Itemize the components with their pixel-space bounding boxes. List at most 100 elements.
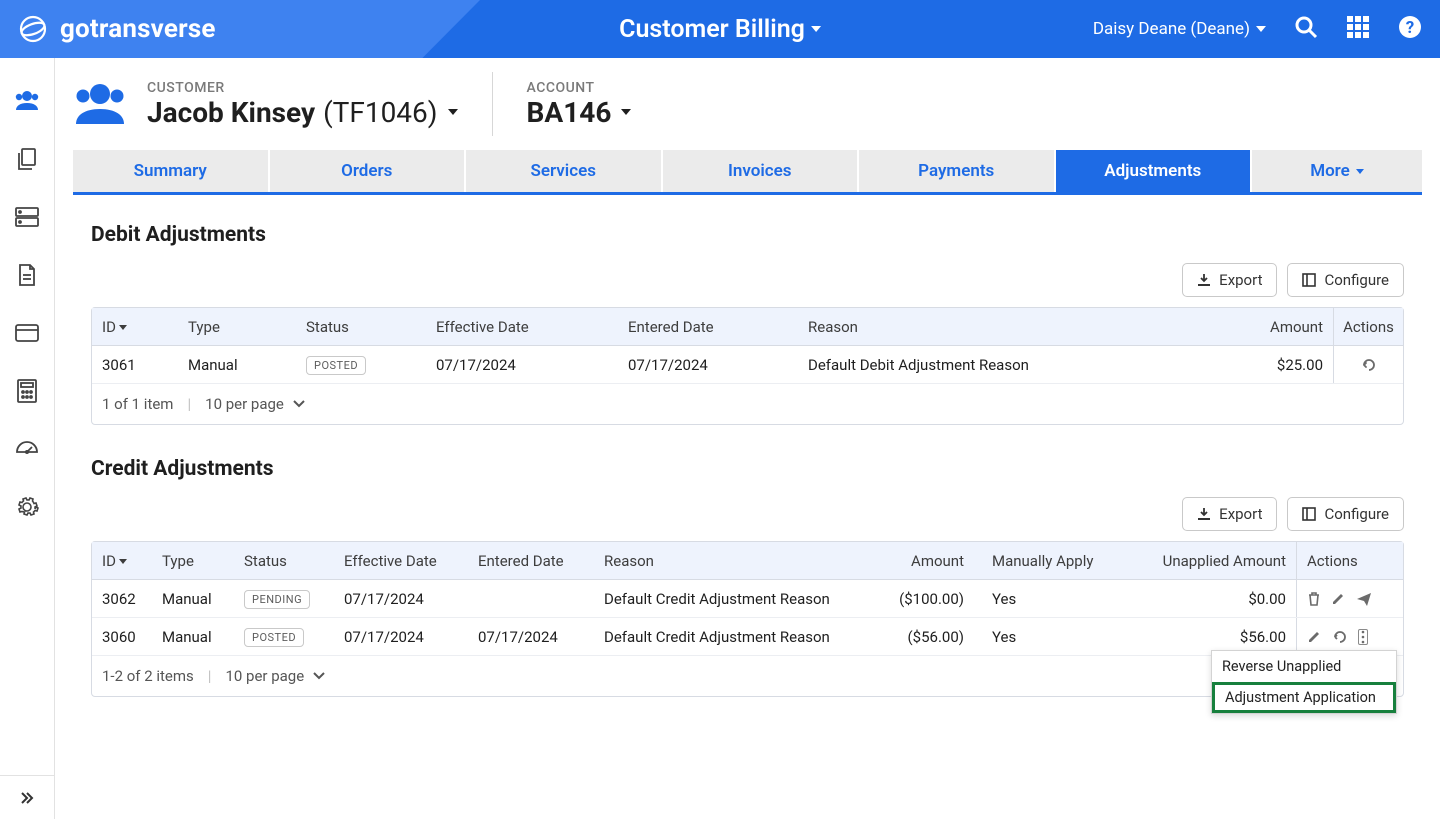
nav-expand-button[interactable] [0,775,54,819]
nav-calculator-icon[interactable] [0,362,55,420]
caret-down-icon [1256,26,1266,32]
cell-effective-date: 07/17/2024 [334,628,468,646]
row-actions-menu: Reverse Unapplied Adjustment Application [1211,650,1397,714]
cell-actions [1333,346,1403,383]
col-reason[interactable]: Reason [594,552,856,570]
credit-section-title: Credit Adjustments [91,457,1422,481]
debit-toolbar: Export Configure [73,263,1404,297]
undo-icon[interactable] [1361,357,1377,373]
nav-dashboard-icon[interactable] [0,420,55,478]
customers-icon [73,80,127,128]
credit-export-button[interactable]: Export [1182,497,1277,531]
nav-document-icon[interactable] [0,246,55,304]
col-entered-date[interactable]: Entered Date [618,318,798,336]
col-id[interactable]: ID [92,552,152,570]
customer-name: Jacob Kinsey [147,96,315,129]
nav-customers-icon[interactable] [0,72,55,130]
col-status[interactable]: Status [234,552,334,570]
brand-name: gotransverse [60,14,216,44]
per-page-selector[interactable]: 10 per page [225,667,326,685]
page-title: Customer Billing [619,15,805,44]
credit-table-footer: 1-2 of 2 items | 10 per page Reverse Una… [92,656,1403,696]
table-row[interactable]: 3060 Manual POSTED 07/17/2024 07/17/2024… [92,618,1403,656]
credit-configure-button[interactable]: Configure [1287,497,1404,531]
per-page-label: 10 per page [225,667,304,685]
cell-effective-date: 07/17/2024 [426,356,618,374]
col-type[interactable]: Type [178,318,296,336]
tab-summary[interactable]: Summary [73,150,270,192]
tab-orders[interactable]: Orders [270,150,467,192]
sort-desc-icon [119,325,127,330]
menu-adjustment-application[interactable]: Adjustment Application [1212,682,1396,713]
left-nav [0,58,55,819]
col-entered-date[interactable]: Entered Date [468,552,594,570]
configure-label: Configure [1324,505,1389,523]
cell-reason: Default Credit Adjustment Reason [594,628,856,646]
col-unapplied-amount[interactable]: Unapplied Amount [1120,552,1296,570]
more-actions-icon[interactable] [1358,629,1368,645]
undo-icon[interactable] [1332,629,1348,645]
trash-icon[interactable] [1307,591,1321,607]
tab-more-label: More [1310,161,1350,181]
cell-status: POSTED [234,627,334,647]
cell-manually-apply: Yes [974,590,1120,608]
tab-services[interactable]: Services [466,150,663,192]
col-id[interactable]: ID [92,318,178,336]
debit-table: ID Type Status Effective Date Entered Da… [91,307,1404,425]
export-label: Export [1219,505,1262,523]
credit-toolbar: Export Configure [73,497,1404,531]
col-manually-apply[interactable]: Manually Apply [974,552,1120,570]
col-actions: Actions [1296,542,1392,579]
search-icon[interactable] [1294,15,1318,43]
col-effective-date[interactable]: Effective Date [426,318,618,336]
send-icon[interactable] [1356,592,1372,606]
page-title-dropdown[interactable]: Customer Billing [619,15,821,44]
tab-adjustments[interactable]: Adjustments [1056,150,1253,192]
col-status[interactable]: Status [296,318,426,336]
pencil-icon[interactable] [1331,591,1346,606]
debit-table-head: ID Type Status Effective Date Entered Da… [92,308,1403,346]
cell-entered-date: 07/17/2024 [618,356,798,374]
account-selector[interactable]: BA146 [527,96,632,129]
debit-table-footer: 1 of 1 item | 10 per page [92,384,1403,424]
debit-configure-button[interactable]: Configure [1287,263,1404,297]
col-amount[interactable]: Amount [856,552,974,570]
nav-settings-icon[interactable] [0,478,55,536]
export-label: Export [1219,271,1262,289]
col-type[interactable]: Type [152,552,234,570]
account-label: ACCOUNT [527,80,632,96]
col-reason[interactable]: Reason [798,318,1203,336]
cell-type: Manual [152,628,234,646]
cell-type: Manual [178,356,296,374]
brand-logo[interactable]: gotransverse [18,14,216,44]
per-page-selector[interactable]: 10 per page [205,395,306,413]
tab-more[interactable]: More [1252,150,1422,192]
col-effective-date[interactable]: Effective Date [334,552,468,570]
tab-invoices[interactable]: Invoices [663,150,860,192]
status-badge: POSTED [306,356,366,375]
cell-amount: ($56.00) [856,628,974,646]
caret-down-icon [811,26,821,32]
table-row[interactable]: 3062 Manual PENDING 07/17/2024 Default C… [92,580,1403,618]
debit-export-button[interactable]: Export [1182,263,1277,297]
user-menu[interactable]: Daisy Deane (Deane) [1093,19,1266,39]
nav-copy-icon[interactable] [0,130,55,188]
cell-status: POSTED [296,355,426,375]
help-icon[interactable]: ? [1398,15,1422,43]
caret-down-icon [1356,169,1364,174]
customer-code: (TF1046) [323,96,437,129]
menu-reverse-unapplied[interactable]: Reverse Unapplied [1212,651,1396,682]
cell-id: 3060 [92,628,152,646]
customer-selector[interactable]: Jacob Kinsey (TF1046) [147,96,458,129]
columns-icon [1302,273,1316,287]
tab-payments[interactable]: Payments [859,150,1056,192]
nav-card-icon[interactable] [0,304,55,362]
caret-down-icon [621,109,631,115]
pencil-icon[interactable] [1307,629,1322,644]
col-amount[interactable]: Amount [1203,318,1333,336]
credit-table: ID Type Status Effective Date Entered Da… [91,541,1404,697]
nav-server-icon[interactable] [0,188,55,246]
table-row[interactable]: 3061 Manual POSTED 07/17/2024 07/17/2024… [92,346,1403,384]
top-bar: gotransverse Customer Billing Daisy Dean… [0,0,1440,58]
apps-grid-icon[interactable] [1346,15,1370,43]
